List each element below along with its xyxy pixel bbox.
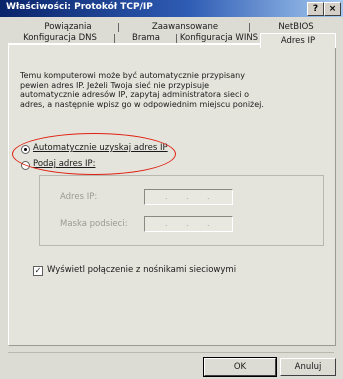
- show-connection-label[interactable]: Wyświetl połączenie z nośnikami sieciowy…: [47, 265, 236, 275]
- ip-address-field[interactable]: . . .: [144, 189, 233, 205]
- title-bar[interactable]: Właściwości: Protokół TCP/IP ? ×: [0, 0, 343, 17]
- tab-konfiguracja-dns[interactable]: Konfiguracja DNS: [12, 33, 108, 43]
- highlight-ellipse: [12, 133, 176, 175]
- ip-address-label: Adres IP:: [60, 192, 98, 202]
- close-button[interactable]: ×: [324, 2, 341, 16]
- tab-powiazania[interactable]: Powiązania: [28, 22, 108, 32]
- cancel-button[interactable]: Anuluj: [280, 358, 336, 376]
- tab-konfiguracja-wins[interactable]: Konfiguracja WINS: [178, 33, 260, 43]
- subnet-mask-label: Maska podsieci:: [60, 219, 128, 229]
- show-connection-checkbox[interactable]: ✓: [33, 266, 43, 276]
- tab-adres-ip-active[interactable]: Adres IP: [260, 33, 336, 48]
- tab-zaawansowane[interactable]: Zaawansowane: [130, 22, 240, 32]
- bottom-separator: [8, 352, 334, 353]
- tab-adres-ip-label: Adres IP: [280, 36, 316, 46]
- tcpip-properties-dialog: Właściwości: Protokół TCP/IP ? × Powiąza…: [0, 0, 343, 379]
- tab-divider: [176, 34, 177, 43]
- tab-divider: [118, 23, 119, 32]
- tab-netbios[interactable]: NetBIOS: [258, 22, 334, 32]
- tab-baseline: [8, 43, 260, 44]
- tab-divider: [114, 34, 115, 43]
- tab-brama[interactable]: Brama: [118, 33, 174, 43]
- help-button[interactable]: ?: [307, 2, 324, 16]
- subnet-mask-field[interactable]: . . .: [144, 216, 233, 232]
- ok-button[interactable]: OK: [203, 357, 277, 377]
- tab-divider: [249, 23, 250, 32]
- window-title: Właściwości: Protokół TCP/IP: [6, 2, 153, 12]
- manual-ip-group: [39, 175, 324, 246]
- description-text: Temu komputerowi może być automatycznie …: [20, 71, 264, 109]
